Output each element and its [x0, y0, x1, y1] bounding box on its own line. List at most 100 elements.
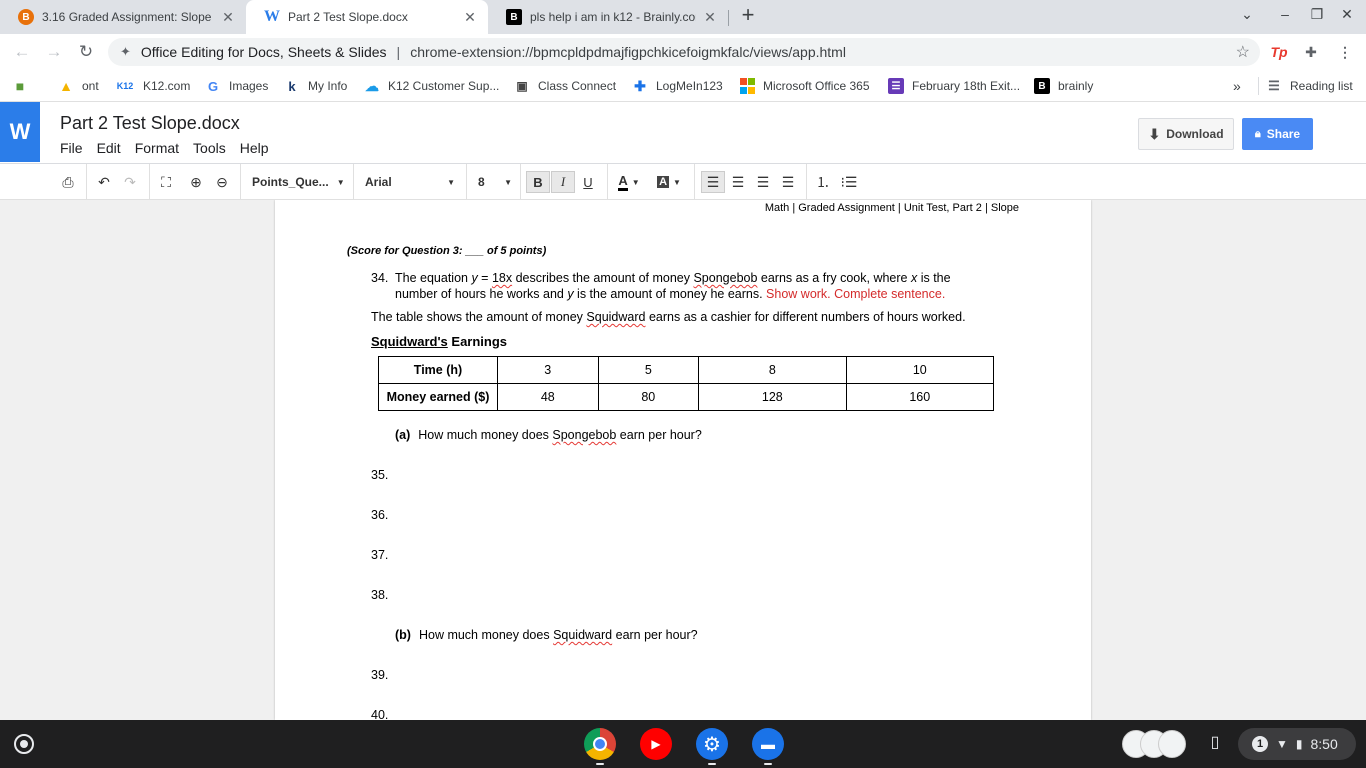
back-arrow-icon[interactable]: ←	[10, 40, 34, 64]
highlight-color-button[interactable]: A ▼	[653, 171, 685, 193]
table-intro: The table shows the amount of money Squi…	[371, 310, 966, 324]
bookmark-k12[interactable]: K12 K12.com	[115, 70, 191, 102]
table-title: Squidward's Earnings	[371, 334, 507, 349]
align-right-icon[interactable]: ☰	[752, 171, 774, 193]
font-size-dropdown[interactable]: 8 ▼	[478, 171, 512, 193]
bookmark-my-info[interactable]: k My Info	[284, 70, 347, 102]
table-cell: 128	[698, 383, 847, 411]
share-button[interactable]: 🔒︎ Share	[1242, 118, 1313, 150]
bookmark-k12-support[interactable]: ☁ K12 Customer Sup...	[364, 70, 499, 102]
doc-title[interactable]: Part 2 Test Slope.docx	[60, 113, 240, 134]
bold-button[interactable]: B	[526, 171, 550, 193]
tab-brainly[interactable]: B pls help i am in k12 - Brainly.com ✕	[488, 0, 728, 34]
bookmark-brainly[interactable]: B brainly	[1034, 70, 1093, 102]
restore-icon[interactable]: ❐	[1306, 6, 1328, 23]
intro-text: earns as a cashier for different numbers…	[645, 310, 966, 324]
justify-icon[interactable]: ☰	[777, 171, 799, 193]
menu-edit[interactable]: Edit	[97, 140, 121, 156]
close-icon[interactable]: ✕	[220, 9, 236, 26]
redo-icon[interactable]: ↷	[120, 171, 140, 193]
reload-icon[interactable]: ↻	[74, 40, 98, 64]
status-tray[interactable]: 1 ▼ ▮ 8:50	[1238, 728, 1356, 760]
undo-icon[interactable]: ↶	[94, 171, 114, 193]
table-title-name: Squidward's	[371, 334, 448, 349]
underline-button[interactable]: U	[577, 171, 599, 193]
font-dropdown[interactable]: Arial ▼	[365, 171, 455, 193]
bookmarks-overflow-button[interactable]: »	[1233, 70, 1241, 102]
menu-format[interactable]: Format	[135, 140, 179, 156]
files-icon[interactable]: ▬	[752, 728, 784, 760]
tab-search-chevron-icon[interactable]: ⌄	[1236, 6, 1258, 23]
document-page[interactable]: Math | Graded Assignment | Unit Test, Pa…	[275, 200, 1091, 720]
thumbnail	[1158, 730, 1186, 758]
menu-tools[interactable]: Tools	[193, 140, 226, 156]
q34-text: number of hours he works and	[395, 287, 568, 301]
bookmark-ont[interactable]: ▲ ont	[58, 70, 99, 102]
menu-file[interactable]: File	[60, 140, 83, 156]
caret-down-icon: ▼	[673, 177, 681, 187]
close-window-icon[interactable]: ✕	[1336, 6, 1358, 23]
settings-icon[interactable]: ⚙	[696, 728, 728, 760]
toolbar-separator	[520, 164, 521, 200]
holding-space[interactable]	[1122, 728, 1188, 760]
extension-icon: ■	[15, 78, 25, 94]
bookmark-label: Images	[229, 79, 269, 93]
tab-part2-test[interactable]: W Part 2 Test Slope.docx ✕	[246, 0, 488, 34]
bookmark-extension[interactable]: ■	[12, 70, 36, 102]
bookmark-class-connect[interactable]: ▣ Class Connect	[514, 70, 616, 102]
more-menu-icon[interactable]: ⋮	[1334, 41, 1356, 63]
answer-line[interactable]: 36.	[371, 508, 388, 522]
align-center-icon[interactable]: ☰	[727, 171, 749, 193]
bookmark-feb-exit[interactable]: ☰ February 18th Exit...	[888, 70, 1020, 102]
answer-line[interactable]: 40.	[371, 708, 388, 720]
launcher-icon[interactable]	[14, 734, 34, 754]
q34-text: The equation	[395, 271, 472, 285]
lock-icon: 🔒︎	[1254, 127, 1261, 140]
bookmark-label: Class Connect	[538, 79, 617, 93]
new-tab-button[interactable]: +	[737, 4, 759, 28]
answer-line[interactable]: 37.	[371, 548, 388, 562]
address-bar[interactable]: ✦ Office Editing for Docs, Sheets & Slid…	[108, 38, 1260, 66]
close-icon[interactable]: ✕	[462, 9, 478, 26]
toolbar-separator	[466, 164, 467, 200]
bookmark-logmein[interactable]: ✚ LogMeIn123	[632, 70, 723, 102]
phone-hub-icon[interactable]: ▯	[1204, 732, 1226, 756]
bulleted-list-icon[interactable]: ⁝☰	[838, 171, 860, 193]
os-shelf: ▶ ⚙ ▬ ▯ 1 ▼ ▮ 8:50	[0, 720, 1366, 768]
close-icon[interactable]: ✕	[702, 9, 718, 26]
forms-icon: ☰	[888, 78, 904, 94]
minimize-icon[interactable]: –	[1274, 6, 1296, 22]
browser-toolbar: ← → ↻ ✦ Office Editing for Docs, Sheets …	[0, 34, 1366, 70]
zoom-in-icon[interactable]: ⊕	[186, 171, 206, 193]
tp-extension-icon[interactable]: Tp	[1268, 41, 1290, 63]
tab-title: Part 2 Test Slope.docx	[288, 10, 408, 24]
text-color-button[interactable]: A ▼	[613, 171, 645, 193]
zoom-out-icon[interactable]: ⊖	[212, 171, 232, 193]
align-left-icon[interactable]: ☰	[701, 171, 725, 193]
chrome-icon[interactable]	[584, 728, 616, 760]
extensions-puzzle-icon[interactable]: ✚	[1300, 41, 1322, 63]
reading-list-button[interactable]: ☰ Reading list	[1266, 70, 1353, 102]
answer-line[interactable]: 38.	[371, 588, 388, 602]
italic-button[interactable]: I	[551, 171, 575, 193]
tab-graded-assignment[interactable]: B 3.16 Graded Assignment: Slope ✕	[0, 0, 246, 34]
bookmark-office365[interactable]: Microsoft Office 365	[739, 70, 870, 102]
question-34: 34. The equation y = 18x describes the a…	[371, 270, 991, 302]
tab-separator	[728, 10, 729, 26]
print-icon[interactable]: ⎙	[58, 171, 78, 193]
bookmark-star-icon[interactable]: ☆	[1236, 42, 1250, 62]
document-canvas[interactable]: Math | Graded Assignment | Unit Test, Pa…	[0, 200, 1366, 720]
style-value: Points_Que...	[252, 175, 329, 189]
forward-arrow-icon[interactable]: →	[42, 40, 66, 64]
answer-line[interactable]: 35.	[371, 468, 388, 482]
paragraph-style-dropdown[interactable]: Points_Que... ▼	[252, 171, 345, 193]
fit-page-icon[interactable]: ⛶	[156, 171, 176, 193]
numbered-list-icon[interactable]: ⒈	[812, 171, 834, 193]
download-button[interactable]: ⬇ Download	[1138, 118, 1234, 150]
bookmark-images[interactable]: G Images	[205, 70, 268, 102]
app-header: W Part 2 Test Slope.docx File Edit Forma…	[0, 102, 1366, 164]
youtube-icon[interactable]: ▶	[640, 728, 672, 760]
menu-help[interactable]: Help	[240, 140, 269, 156]
clock: 8:50	[1310, 736, 1338, 752]
answer-line[interactable]: 39.	[371, 668, 388, 682]
